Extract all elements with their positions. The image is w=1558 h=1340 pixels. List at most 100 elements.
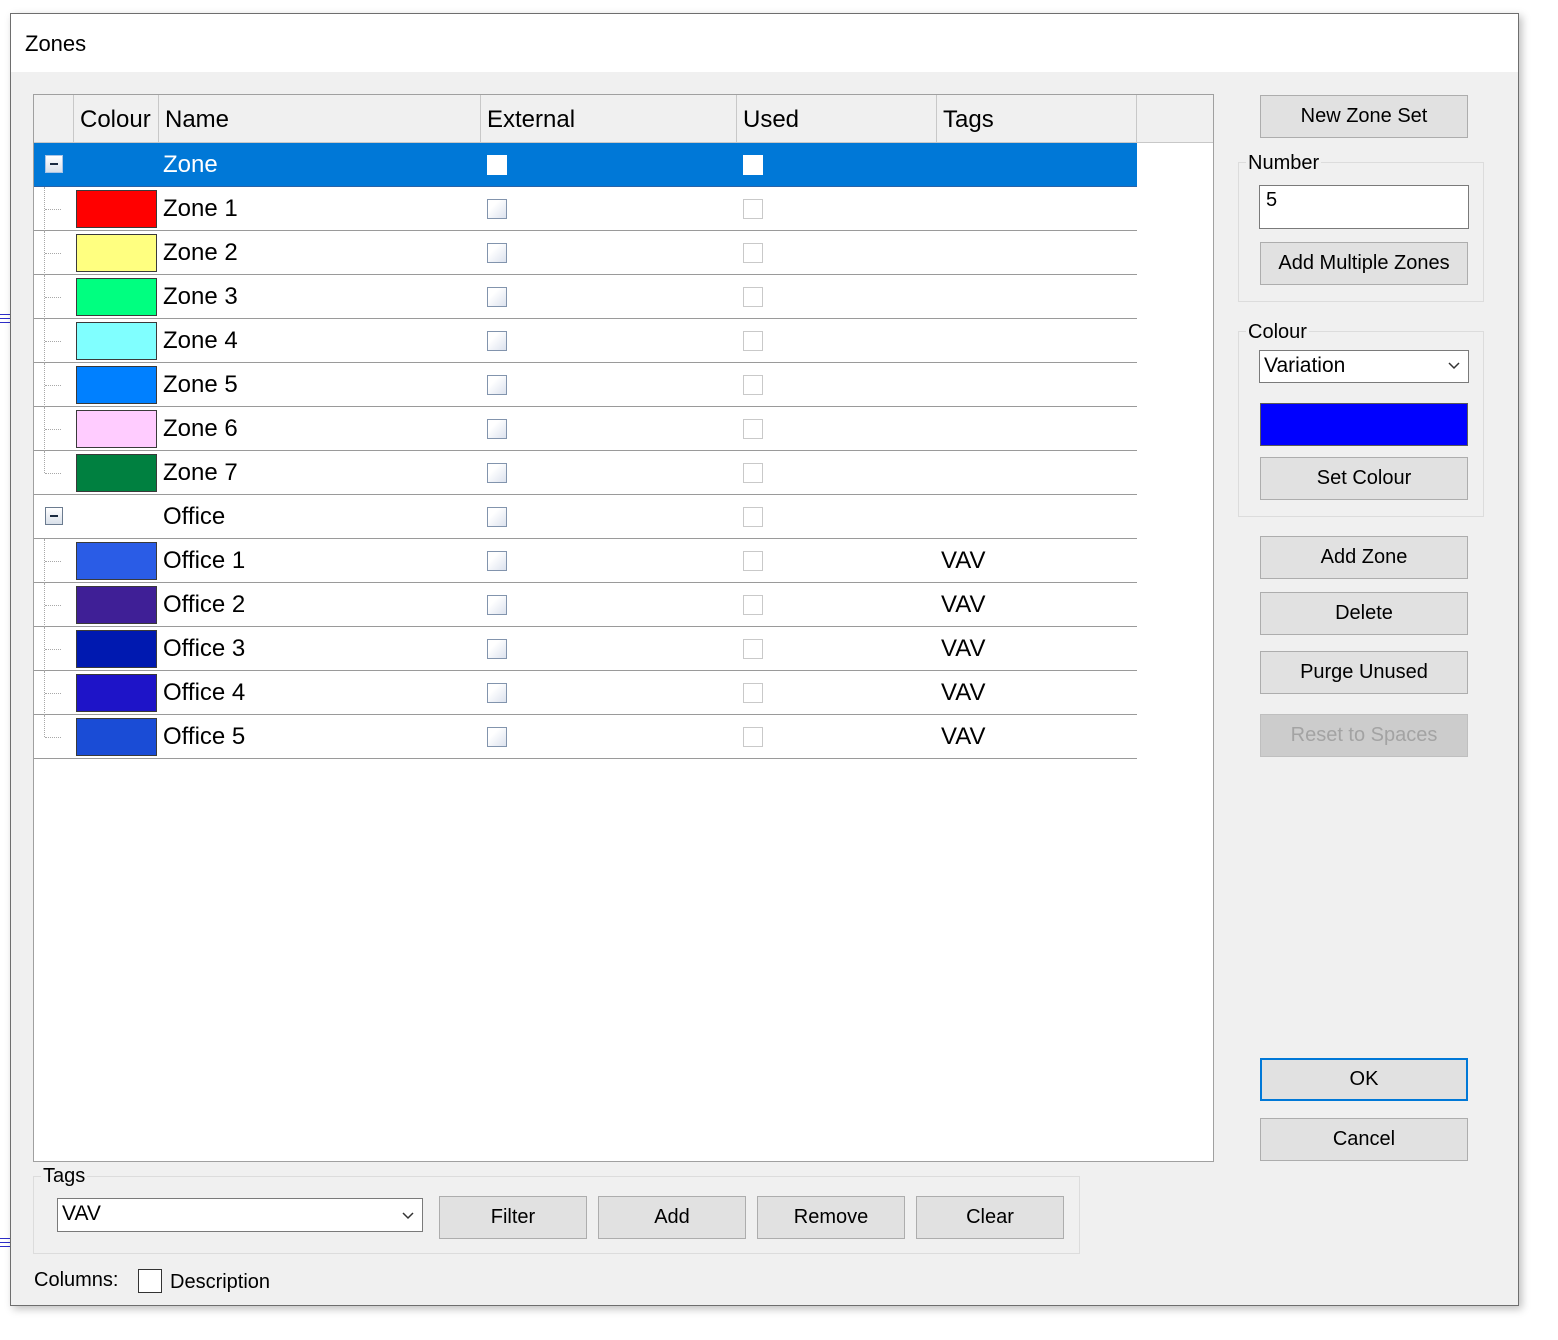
tree-connector [45,561,61,562]
delete-button[interactable]: Delete [1260,592,1468,635]
columns-label: Columns: [34,1269,119,1291]
table-row[interactable]: Zone 1 [34,187,1137,231]
group-row[interactable]: Zone [34,143,1137,187]
collapse-icon[interactable] [45,155,63,173]
zone-name-cell[interactable]: Zone 1 [163,187,238,231]
external-checkbox[interactable] [487,419,507,439]
table-row[interactable]: Zone 7 [34,451,1137,495]
edge-marker [0,1238,10,1252]
grid-rows: Zone Zone 1 Zone 2 Zone 3 Zone 4 Zone 5 Zone 6… [34,143,1137,759]
zone-name-cell[interactable]: Office 2 [163,583,245,627]
zones-grid[interactable]: Colour Name External Used Tags Zone Zone … [33,94,1214,1162]
table-row[interactable]: Zone 6 [34,407,1137,451]
colour-swatch[interactable] [76,454,157,492]
external-checkbox[interactable] [487,199,507,219]
clear-tags-button[interactable]: Clear [916,1196,1064,1239]
colour-swatch[interactable] [76,586,157,624]
zone-name-cell[interactable]: Office 1 [163,539,245,583]
used-checkbox [743,419,763,439]
zone-name-cell[interactable]: Zone [163,143,218,187]
description-checkbox-label[interactable]: Description [170,1271,270,1294]
colour-swatch[interactable] [76,322,157,360]
column-header-external[interactable]: External [481,95,737,143]
table-row[interactable]: Zone 2 [34,231,1137,275]
external-checkbox[interactable] [487,243,507,263]
new-zone-set-button[interactable]: New Zone Set [1260,95,1468,138]
zone-name-cell[interactable]: Zone 2 [163,231,238,275]
tags-select-value: VAV [62,1202,101,1225]
table-row[interactable]: Zone 3 [34,275,1137,319]
used-checkbox [743,595,763,615]
zone-name-cell[interactable]: Zone 5 [163,363,238,407]
group-row[interactable]: Office [34,495,1137,539]
column-header-tags[interactable]: Tags [937,95,1137,143]
table-row[interactable]: Office 1 VAV [34,539,1137,583]
add-tag-button[interactable]: Add [598,1196,746,1239]
colour-swatch[interactable] [76,718,157,756]
colour-swatch[interactable] [76,234,157,272]
colour-swatch[interactable] [76,190,157,228]
tree-connector [45,297,61,298]
number-input[interactable]: 5 [1259,185,1469,229]
external-checkbox[interactable] [487,463,507,483]
purge-unused-button[interactable]: Purge Unused [1260,651,1468,694]
colour-swatch[interactable] [76,630,157,668]
tags-select[interactable]: VAV [57,1198,423,1232]
tree-connector [45,649,61,650]
external-checkbox[interactable] [487,551,507,571]
zone-name-cell[interactable]: Office 5 [163,715,245,759]
column-header-colour[interactable]: Colour [74,95,159,143]
colour-swatch[interactable] [76,542,157,580]
collapse-icon[interactable] [45,507,63,525]
external-checkbox[interactable] [487,639,507,659]
zone-name-cell[interactable]: Zone 7 [163,451,238,495]
number-label: Number [1246,152,1322,175]
colour-swatch[interactable] [76,366,157,404]
tags-cell[interactable]: VAV [941,539,985,583]
remove-tag-button[interactable]: Remove [757,1196,905,1239]
colour-swatch[interactable] [76,410,157,448]
add-multiple-zones-button[interactable]: Add Multiple Zones [1260,242,1468,285]
table-row[interactable]: Zone 5 [34,363,1137,407]
ok-button[interactable]: OK [1260,1058,1468,1101]
colour-swatch[interactable] [76,278,157,316]
colour-swatch[interactable] [76,674,157,712]
cancel-button[interactable]: Cancel [1260,1118,1468,1161]
table-row[interactable]: Office 3 VAV [34,627,1137,671]
tags-cell[interactable]: VAV [941,583,985,627]
column-header-used[interactable]: Used [737,95,937,143]
add-zone-button[interactable]: Add Zone [1260,536,1468,579]
reset-to-spaces-button[interactable]: Reset to Spaces [1260,714,1468,757]
tags-cell[interactable]: VAV [941,627,985,671]
zone-name-cell[interactable]: Office [163,495,225,539]
zone-name-cell[interactable]: Zone 6 [163,407,238,451]
zone-name-cell[interactable]: Zone 4 [163,319,238,363]
used-checkbox [743,199,763,219]
external-checkbox[interactable] [487,683,507,703]
tags-label: Tags [41,1165,88,1188]
description-checkbox[interactable] [138,1269,162,1293]
external-checkbox[interactable] [487,287,507,307]
table-row[interactable]: Office 5 VAV [34,715,1137,759]
external-checkbox[interactable] [487,727,507,747]
set-colour-button[interactable]: Set Colour [1260,457,1468,500]
zone-name-cell[interactable]: Office 4 [163,671,245,715]
used-checkbox [743,155,763,175]
used-checkbox [743,463,763,483]
zone-name-cell[interactable]: Zone 3 [163,275,238,319]
zone-name-cell[interactable]: Office 3 [163,627,245,671]
filter-button[interactable]: Filter [439,1196,587,1239]
column-header-name[interactable]: Name [159,95,481,143]
external-checkbox[interactable] [487,507,507,527]
tags-cell[interactable]: VAV [941,671,985,715]
table-row[interactable]: Zone 4 [34,319,1137,363]
external-checkbox[interactable] [487,595,507,615]
used-checkbox [743,639,763,659]
table-row[interactable]: Office 2 VAV [34,583,1137,627]
external-checkbox[interactable] [487,331,507,351]
tags-cell[interactable]: VAV [941,715,985,759]
external-checkbox[interactable] [487,375,507,395]
external-checkbox[interactable] [487,155,507,175]
colour-mode-select[interactable]: Variation [1259,350,1469,383]
table-row[interactable]: Office 4 VAV [34,671,1137,715]
